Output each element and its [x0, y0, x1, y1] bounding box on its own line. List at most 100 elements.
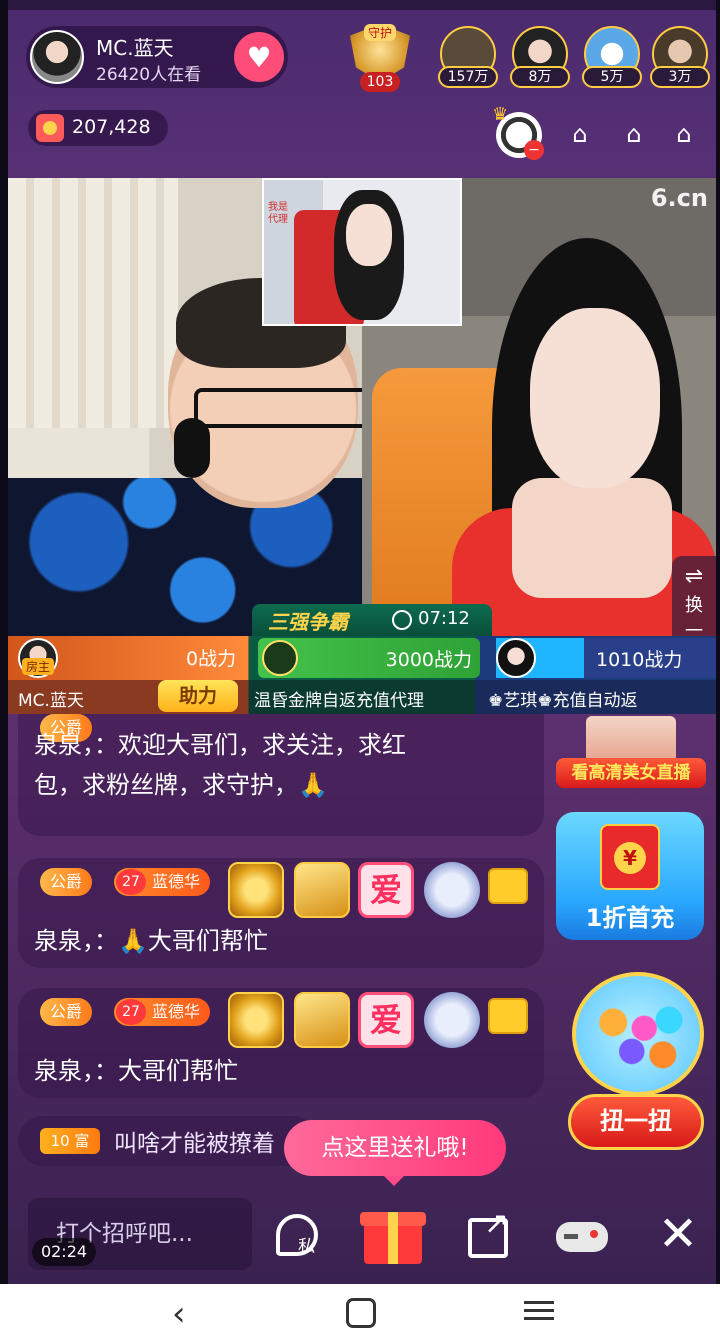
- message-text: 泉泉，：🙏大哥们帮忙: [34, 927, 268, 955]
- system-text: 叫啥才能被撩着: [114, 1131, 275, 1157]
- game-button[interactable]: [554, 1208, 610, 1264]
- coin-icon: [36, 114, 64, 142]
- fan-contribution: 8万: [510, 66, 570, 88]
- share-arrow-icon: ↗: [484, 1206, 510, 1241]
- system-nav-bar: ‹: [0, 1284, 720, 1344]
- menu-icon[interactable]: [524, 1296, 554, 1326]
- private-label: 私: [298, 1237, 315, 1257]
- gold-bar-icon: [294, 992, 350, 1048]
- host-avatar[interactable]: [30, 30, 84, 84]
- hd-live-promo[interactable]: 看高清美女直播: [556, 716, 706, 792]
- avatar[interactable]: [496, 638, 536, 678]
- face: [346, 204, 392, 266]
- gift-button[interactable]: [360, 1200, 426, 1266]
- live-room: MC.蓝天 26420人在看 ♥ 守护 103 157万 8万 5万 3万 20…: [8, 0, 716, 1284]
- fan-rank-1[interactable]: 157万: [438, 26, 498, 88]
- fan-level: 27: [116, 869, 146, 895]
- status-bar: [8, 0, 716, 10]
- remove-icon[interactable]: −: [524, 140, 544, 160]
- gold-bar-icon: [294, 862, 350, 918]
- background-curtain: [8, 178, 178, 428]
- empty-seat-sofa-icon[interactable]: ⌂: [666, 116, 702, 152]
- guard-badge[interactable]: 守护 103: [344, 20, 416, 92]
- user-badge-icon: [488, 868, 528, 904]
- chat-message: 公爵 泉泉，：欢迎大哥们，求关注，求红 包，求粉丝牌，求守护，🙏: [18, 714, 544, 836]
- guard-count: 103: [360, 72, 400, 92]
- chat-list[interactable]: 公爵 泉泉，：欢迎大哥们，求关注，求红 包，求粉丝牌，求守护，🙏 公爵 27 蓝…: [18, 714, 548, 1174]
- heart-badge-icon: [424, 862, 480, 918]
- host-name: MC.蓝天: [96, 36, 174, 60]
- glasses: [194, 388, 370, 428]
- back-icon[interactable]: ‹: [172, 1294, 186, 1334]
- empty-seat-sofa-icon[interactable]: ⌂: [616, 116, 652, 152]
- seat-king-avatar[interactable]: ♛ −: [492, 104, 544, 160]
- message-text: 泉泉，：欢迎大哥们，求关注，求红: [34, 731, 406, 759]
- fan-contribution: 3万: [650, 66, 710, 88]
- fan-rank-3[interactable]: 5万: [582, 26, 642, 88]
- medal-icon: [228, 992, 284, 1048]
- avatar[interactable]: [262, 640, 298, 676]
- rich-level-badge: 10 富: [40, 1128, 100, 1154]
- user-badge-icon: [488, 998, 528, 1034]
- crown-icon: ♛: [492, 104, 509, 125]
- gamepad-icon: [556, 1222, 608, 1252]
- pk-score-bar: 房主 0战力 3000战力 1010战力: [8, 636, 716, 680]
- empty-seat-sofa-icon[interactable]: ⌂: [562, 116, 598, 152]
- host-tag: 房主: [22, 658, 55, 675]
- gacha-button[interactable]: 扭一扭: [568, 1094, 704, 1150]
- close-button[interactable]: ✕: [650, 1208, 706, 1264]
- pk-left-power: 0战力: [186, 648, 237, 670]
- video-inset-third[interactable]: 我是代理: [262, 178, 462, 326]
- switch-icon: ⇌: [684, 564, 704, 589]
- follow-heart-button[interactable]: ♥: [234, 32, 284, 82]
- gift-tooltip: 点这里送礼哦!: [284, 1120, 506, 1186]
- chat-message: 公爵 27 蓝德华 爱 泉泉，：🙏大哥们帮忙: [18, 858, 544, 968]
- pk-title: 三强争霸: [268, 610, 348, 634]
- pk-names-row: MC.蓝天 助力 温昏金牌自返充值代理 ♚艺琪♚充值自动返: [8, 680, 716, 714]
- guest-face: [530, 308, 660, 488]
- noble-badge: 公爵: [40, 998, 93, 1026]
- fan-badge: 27 蓝德华: [114, 998, 211, 1026]
- fan-rank-2[interactable]: 8万: [510, 26, 570, 88]
- fan-name: 蓝德华: [152, 872, 201, 891]
- coin-value: 207,428: [72, 116, 151, 138]
- system-message: 10 富 叫啥才能被撩着: [18, 1116, 318, 1166]
- yen-coin-icon: ¥: [614, 842, 646, 874]
- message-text: 泉泉，：大哥们帮忙: [34, 1057, 238, 1085]
- site-watermark: 6.cn: [650, 184, 708, 212]
- clock-icon: [392, 610, 412, 630]
- fan-rank-4[interactable]: 3万: [650, 26, 710, 88]
- video-stream[interactable]: 我是代理 6.cn: [8, 178, 716, 638]
- first-charge-promo[interactable]: ¥ 1折首充: [556, 812, 704, 940]
- pk-left-segment: 房主 0战力: [8, 636, 248, 680]
- promo-label: 看高清美女直播: [556, 758, 706, 788]
- heart-badge-icon: [424, 992, 480, 1048]
- love-badge: 爱: [358, 862, 414, 918]
- guard-title: 守护: [364, 24, 397, 41]
- pk-right-power: 1010战力: [596, 649, 683, 671]
- fan-badge: 27 蓝德华: [114, 868, 211, 896]
- host-card[interactable]: MC.蓝天 26420人在看 ♥: [26, 26, 288, 88]
- fan-contribution: 157万: [438, 66, 498, 88]
- viewer-count: 26420人在看: [96, 65, 202, 85]
- shoulders: [512, 478, 672, 598]
- promo-label: 1折首充: [585, 904, 675, 932]
- inset-tag: 我是代理: [268, 202, 288, 225]
- home-icon[interactable]: [346, 1298, 376, 1328]
- share-button[interactable]: ↗: [462, 1206, 518, 1264]
- pk-mid-name: 温昏金牌自返充值代理: [254, 691, 424, 711]
- coin-balance[interactable]: 207,428: [28, 110, 168, 146]
- fan-level: 27: [116, 999, 146, 1025]
- message-text: 包，求粉丝牌，求守护，🙏: [34, 771, 328, 799]
- gacha-promo[interactable]: 扭一扭: [568, 972, 708, 1152]
- stream-timer: 02:24: [32, 1238, 96, 1266]
- pk-mid-power: 3000战力: [385, 649, 472, 671]
- assist-button[interactable]: 助力: [158, 680, 238, 712]
- pk-right-name: ♚艺琪♚充值自动返: [488, 691, 638, 711]
- pk-banner: 三强争霸 07:12: [252, 604, 492, 636]
- private-message-button[interactable]: 私: [272, 1208, 328, 1264]
- screen-edge: [0, 0, 8, 1284]
- medal-icon: [228, 862, 284, 918]
- pk-mid-segment: 3000战力: [258, 638, 480, 678]
- fan-contribution: 5万: [582, 66, 642, 88]
